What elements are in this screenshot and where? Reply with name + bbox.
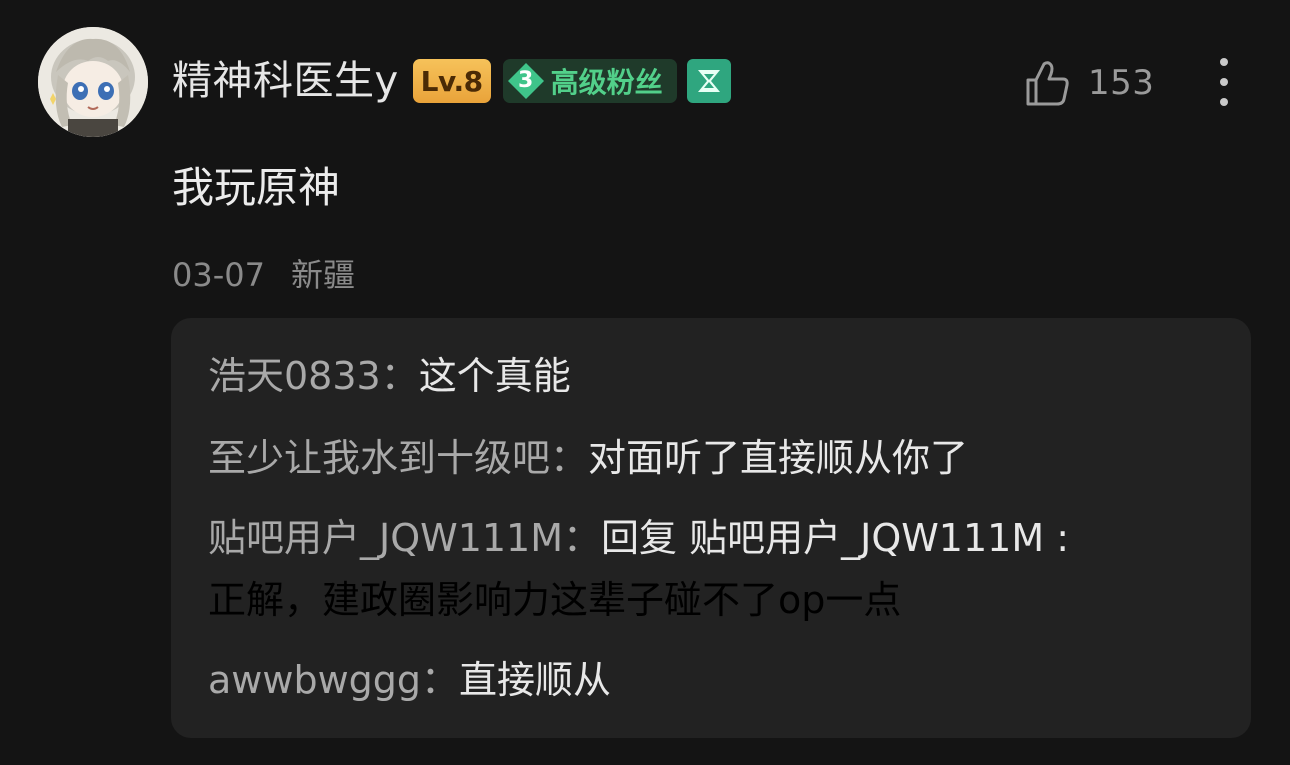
fan-level-number: 3 xyxy=(517,68,534,93)
reply-text-continuation: 正解，建政圈影响力这辈子碰不了op一点 xyxy=(208,578,902,622)
reply-separator: ： xyxy=(380,354,419,398)
reply-item[interactable]: 贴吧用户_JQW111M：回复 贴吧用户_JQW111M : xyxy=(208,510,1069,566)
reply-text: 这个真能 xyxy=(418,354,571,398)
reply-author[interactable]: awwbwggg xyxy=(208,658,421,702)
comment-date: 03-07 xyxy=(172,256,265,294)
reply-item[interactable]: 至少让我水到十级吧：对面听了直接顺从你了 xyxy=(208,430,968,486)
reply-author[interactable]: 贴吧用户_JQW111M xyxy=(208,516,563,560)
comment-post: 精神科医生y Lv.8 3 高级粉丝 153 我玩原神 03-07 新疆 浩天0… xyxy=(0,0,1290,765)
reply-text: 对面听了直接顺从你了 xyxy=(588,436,969,480)
reply-author[interactable]: 至少让我水到十级吧 xyxy=(208,436,550,480)
replies-panel[interactable]: 浩天0833：这个真能 至少让我水到十级吧：对面听了直接顺从你了 贴吧用户_JQ… xyxy=(171,318,1251,738)
comment-content: 我玩原神 xyxy=(172,163,341,212)
like-count: 153 xyxy=(1088,63,1155,103)
comment-location: 新疆 xyxy=(290,256,355,294)
reply-text: 直接顺从 xyxy=(459,658,612,702)
reply-author[interactable]: 浩天0833 xyxy=(208,354,381,398)
reply-item[interactable]: 浩天0833：这个真能 xyxy=(208,348,571,404)
level-badge: Lv.8 xyxy=(412,59,491,103)
fan-badge-label: 高级粉丝 xyxy=(550,66,663,99)
reply-item[interactable]: awwbwggg：直接顺从 xyxy=(208,652,611,708)
comment-meta: 03-07 新疆 xyxy=(172,253,355,297)
comment-header: 精神科医生y Lv.8 3 高级粉丝 xyxy=(172,55,731,107)
reply-separator: ： xyxy=(421,658,460,702)
user-avatar[interactable] xyxy=(38,27,148,137)
reply-separator: ： xyxy=(550,436,589,480)
reply-separator: ： xyxy=(563,516,602,560)
more-options-icon[interactable] xyxy=(1210,55,1238,109)
fan-badge[interactable]: 3 高级粉丝 xyxy=(502,59,677,103)
like-button[interactable]: 153 xyxy=(1022,55,1154,111)
hourglass-icon xyxy=(686,59,731,103)
username[interactable]: 精神科医生y xyxy=(172,55,399,107)
reply-text: 回复 贴吧用户_JQW111M : xyxy=(601,516,1069,560)
thumbs-up-icon xyxy=(1026,61,1069,106)
